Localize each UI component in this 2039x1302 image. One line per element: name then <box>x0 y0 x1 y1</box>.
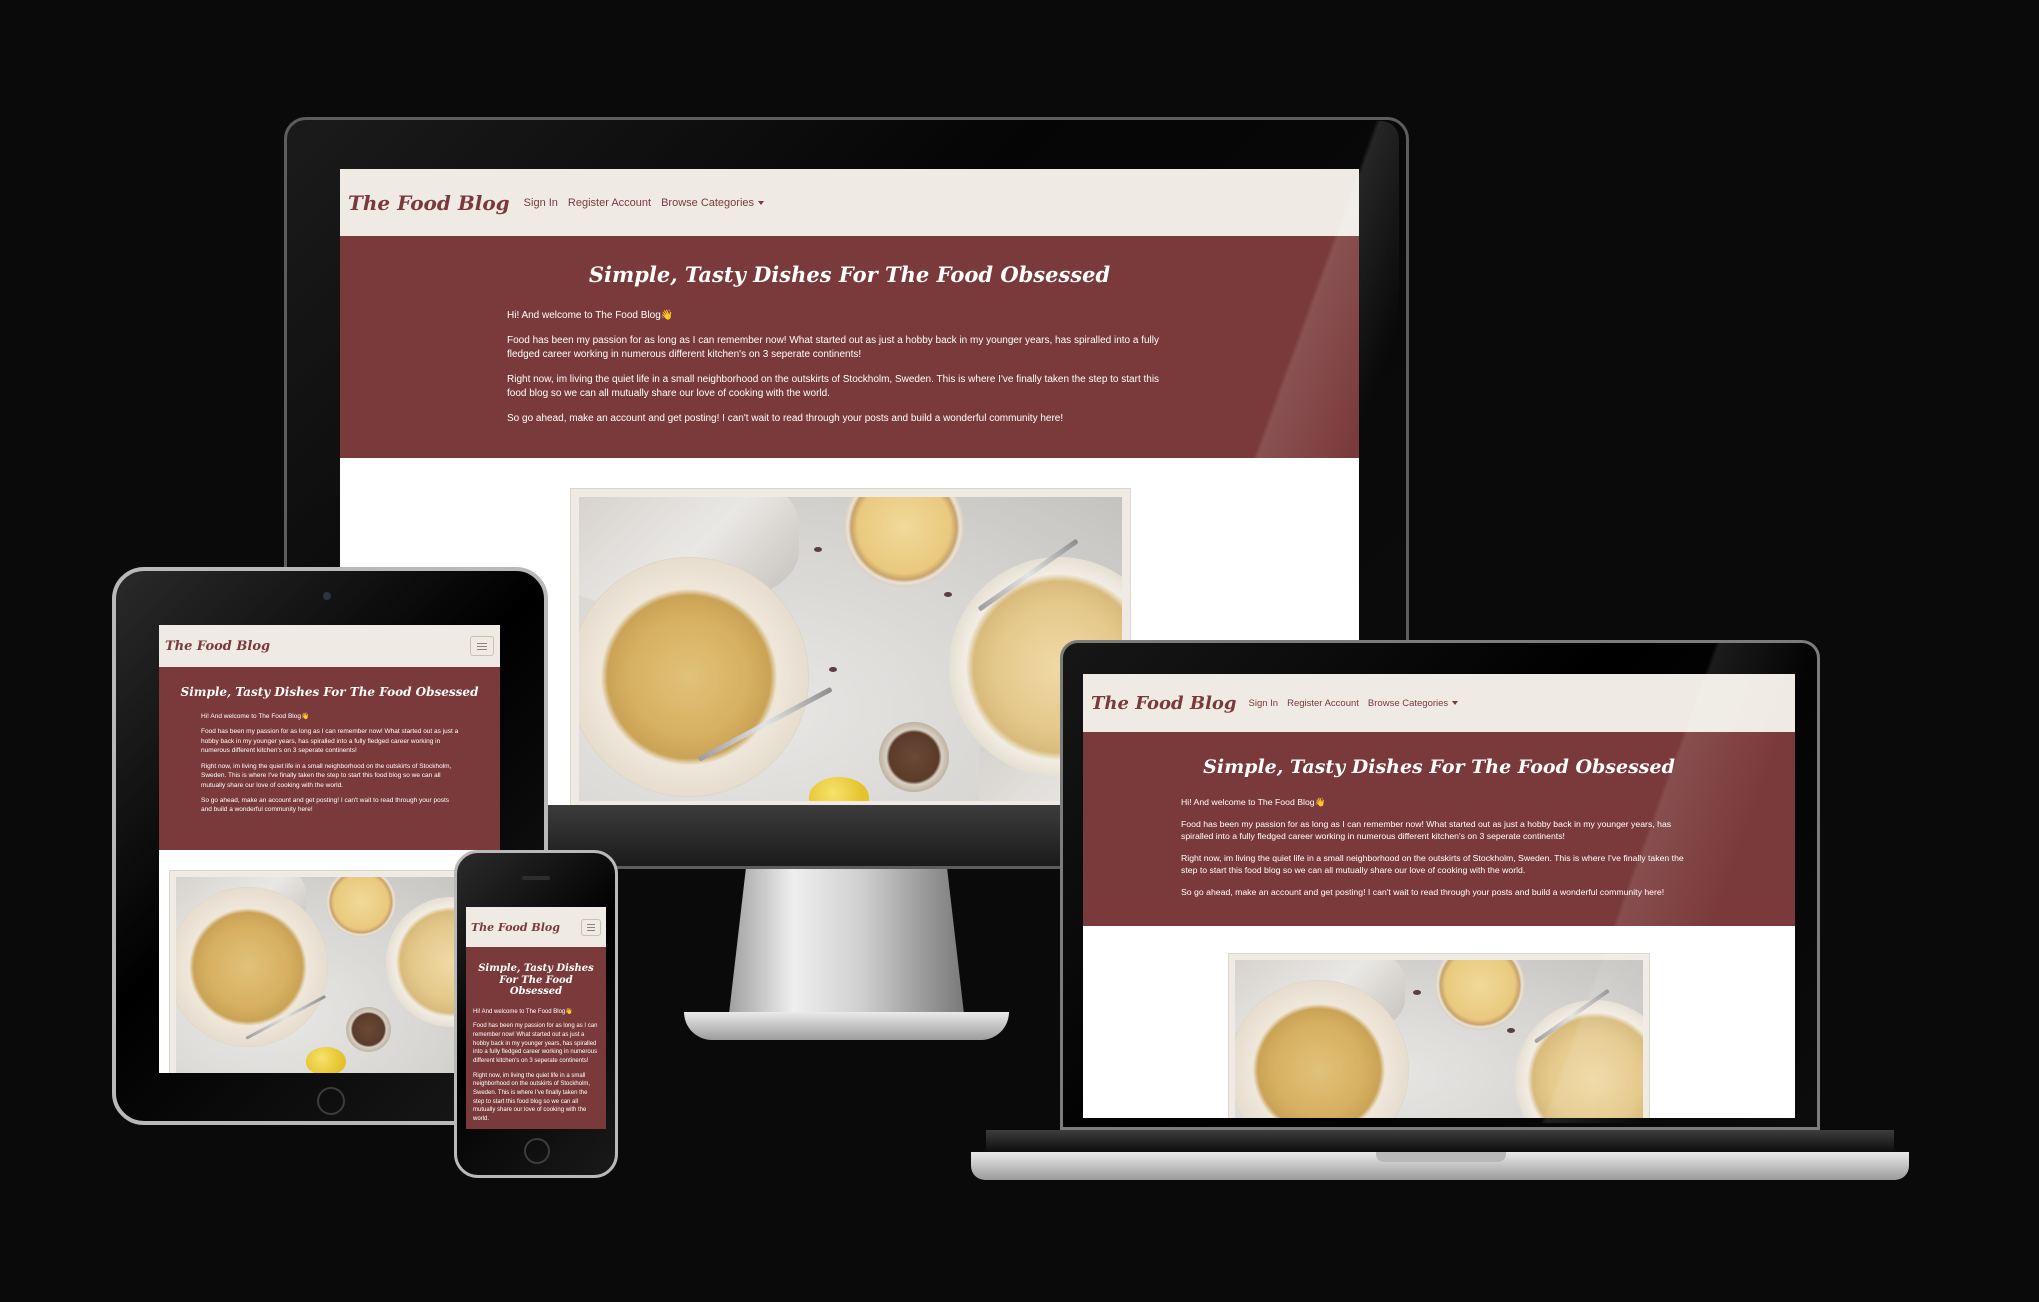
hero-section-phone: Simple, Tasty Dishes For The Food Obsess… <box>466 947 606 1129</box>
website-phone: The Food Blog Simple, Tasty Dishes For T… <box>466 907 606 1129</box>
nav-sign-in-laptop[interactable]: Sign In <box>1249 698 1279 709</box>
featured-image-frame-tablet <box>169 870 494 1073</box>
phone-mockup: The Food Blog Simple, Tasty Dishes For T… <box>454 850 618 1178</box>
hamburger-menu-icon[interactable] <box>581 918 601 936</box>
hero-paragraph-3: Right now, im living the quiet life in a… <box>507 373 1160 400</box>
hero-paragraph-1-phone: Hi! And welcome to The Food Blog👋 <box>473 1008 573 1015</box>
phone-screen: The Food Blog Simple, Tasty Dishes For T… <box>466 907 606 1129</box>
hero-paragraph-3-tablet: Right now, im living the quiet life in a… <box>201 762 452 789</box>
brand-logo[interactable]: The Food Blog <box>348 191 510 215</box>
nav-register-account[interactable]: Register Account <box>568 197 651 209</box>
nav-browse-categories-label: Browse Categories <box>661 196 755 209</box>
monitor-base <box>684 1012 1009 1040</box>
phone-home-button <box>524 1138 550 1164</box>
brand-logo-tablet[interactable]: The Food Blog <box>165 639 270 654</box>
hero-title-tablet: Simple, Tasty Dishes For The Food Obsess… <box>180 685 479 699</box>
hero-paragraph-1: Hi! And welcome to The Food Blog👋 <box>507 310 674 321</box>
hero-paragraph-2-tablet: Food has been my passion for as long as … <box>201 728 459 755</box>
laptop-hinge <box>986 1130 1894 1152</box>
caret-down-icon <box>1452 700 1459 705</box>
hero-paragraph-2-phone: Food has been my passion for as long as … <box>473 1023 598 1064</box>
hero-section-tablet: Simple, Tasty Dishes For The Food Obsess… <box>159 667 500 850</box>
hero-title-phone: Simple, Tasty Dishes For The Food Obsess… <box>478 963 594 997</box>
navbar-tablet: The Food Blog <box>159 625 500 667</box>
nav-browse-categories[interactable]: Browse Categories <box>661 196 765 209</box>
hero-paragraph-2: Food has been my passion for as long as … <box>507 334 1160 361</box>
hero-paragraph-3-phone: Right now, im living the quiet life in a… <box>473 1072 591 1123</box>
tablet-screen: The Food Blog Simple, Tasty Dishes For T… <box>159 625 500 1073</box>
laptop-notch <box>1376 1152 1506 1162</box>
website-tablet: The Food Blog Simple, Tasty Dishes For T… <box>159 625 500 1073</box>
hamburger-menu-icon[interactable] <box>470 636 494 656</box>
nav-sign-in[interactable]: Sign In <box>524 197 558 209</box>
navbar-phone: The Food Blog <box>466 907 606 947</box>
pasta-image-tablet <box>176 877 487 1073</box>
featured-image-section-tablet <box>159 850 500 1073</box>
nav-browse-categories-label-laptop: Browse Categories <box>1367 697 1449 709</box>
brand-logo-phone[interactable]: The Food Blog <box>471 921 560 934</box>
tablet-home-button <box>317 1087 345 1115</box>
hero-paragraph-4-tablet: So go ahead, make an account and get pos… <box>201 796 450 814</box>
nav-browse-categories-laptop[interactable]: Browse Categories <box>1367 697 1459 709</box>
laptop-glare <box>1531 643 1817 1123</box>
hero-paragraph-4: So go ahead, make an account and get pos… <box>507 412 1064 424</box>
caret-down-icon <box>758 200 765 205</box>
monitor-stand <box>727 869 966 1029</box>
nav-register-account-laptop[interactable]: Register Account <box>1287 698 1359 709</box>
laptop-mockup: The Food Blog Sign In Register Account B… <box>971 640 1909 1185</box>
hero-paragraph-1-tablet: Hi! And welcome to The Food Blog👋 <box>201 713 310 720</box>
tablet-camera <box>323 592 331 600</box>
phone-speaker <box>522 876 550 880</box>
brand-logo-laptop[interactable]: The Food Blog <box>1091 693 1237 714</box>
